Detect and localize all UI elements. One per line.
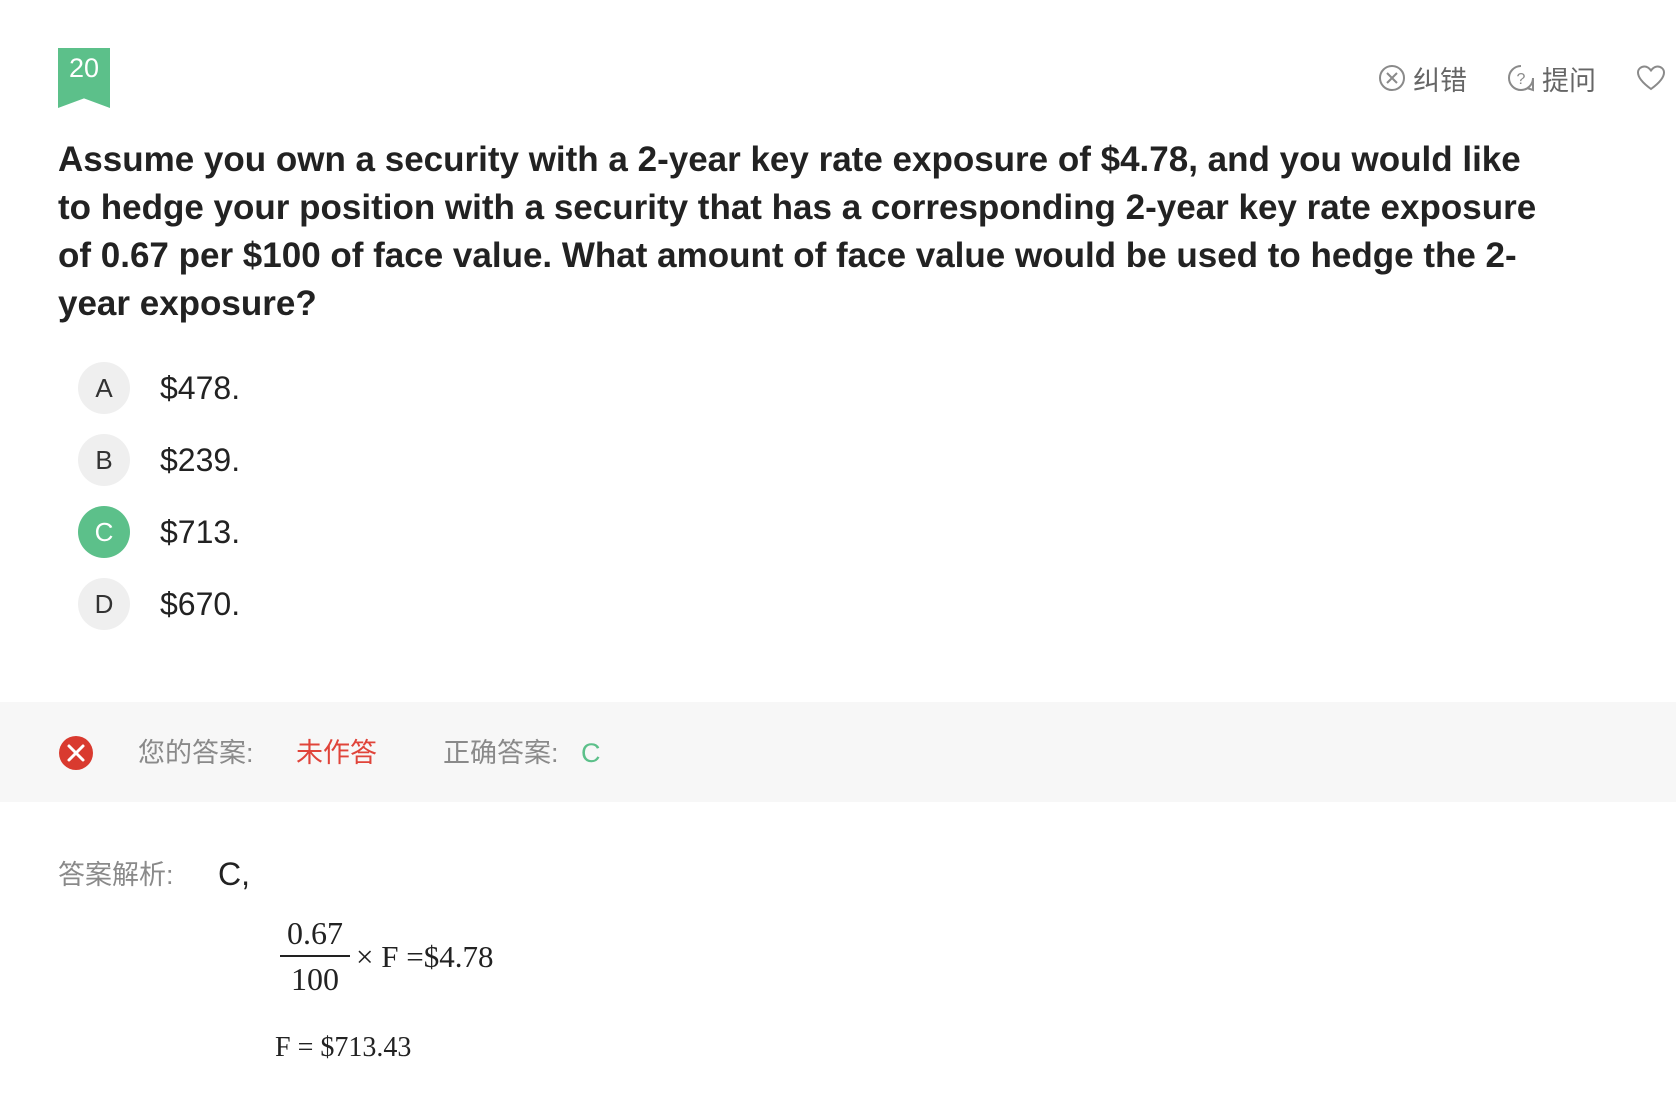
option-text: $670. bbox=[160, 585, 241, 622]
formula-numerator: 0.67 bbox=[287, 915, 343, 951]
option-a[interactable]: A $478. bbox=[78, 362, 240, 414]
favorite-button[interactable] bbox=[1636, 64, 1666, 92]
correct-answer-value: C bbox=[581, 738, 601, 768]
report-error-button[interactable]: 纠错 bbox=[1378, 59, 1467, 98]
wrong-circle-icon bbox=[59, 736, 93, 770]
option-letter: B bbox=[78, 434, 130, 486]
question-number: 20 bbox=[68, 53, 100, 83]
svg-text:?: ? bbox=[1517, 71, 1526, 88]
circle-question-icon: ? bbox=[1508, 65, 1534, 92]
question-stem: Assume you own a security with a 2-year … bbox=[58, 140, 1537, 323]
answer-result-bar: 您的答案: 未作答 正确答案: C bbox=[0, 702, 1676, 802]
ask-question-label: 提问 bbox=[1542, 65, 1596, 96]
your-answer-label: 您的答案: bbox=[138, 738, 254, 768]
answer-options: A $478. B $239. C $713. D $670. bbox=[78, 362, 240, 650]
formula-fraction: 0.67 100 bbox=[280, 914, 350, 999]
correct-answer-label: 正确答案: bbox=[443, 738, 559, 768]
formula-denominator: 100 bbox=[291, 961, 339, 997]
formula-result: F = $713.43 bbox=[275, 1032, 412, 1063]
option-b[interactable]: B $239. bbox=[78, 434, 240, 486]
question-toolbar: 纠错 ? 提问 bbox=[1378, 60, 1676, 96]
circle-x-icon bbox=[1379, 65, 1405, 91]
option-text: $713. bbox=[160, 513, 241, 550]
formula-rest: × F =$4.78 bbox=[356, 938, 494, 974]
analysis-label: 答案解析: bbox=[58, 860, 174, 890]
option-c[interactable]: C $713. bbox=[78, 506, 240, 558]
option-letter: D bbox=[78, 578, 130, 630]
option-letter: A bbox=[78, 362, 130, 414]
heart-icon bbox=[1636, 65, 1666, 91]
question-number-badge: 20 bbox=[58, 48, 110, 108]
option-d[interactable]: D $670. bbox=[78, 578, 240, 630]
report-error-label: 纠错 bbox=[1413, 65, 1467, 96]
formula-equation: 0.67 100 × F =$4.78 bbox=[280, 914, 493, 999]
your-answer-value: 未作答 bbox=[296, 738, 377, 768]
option-letter-correct: C bbox=[78, 506, 130, 558]
ask-question-button[interactable]: ? 提问 bbox=[1507, 59, 1596, 98]
analysis-answer: C, bbox=[218, 856, 250, 892]
option-text: $239. bbox=[160, 441, 241, 478]
option-text: $478. bbox=[160, 369, 241, 406]
